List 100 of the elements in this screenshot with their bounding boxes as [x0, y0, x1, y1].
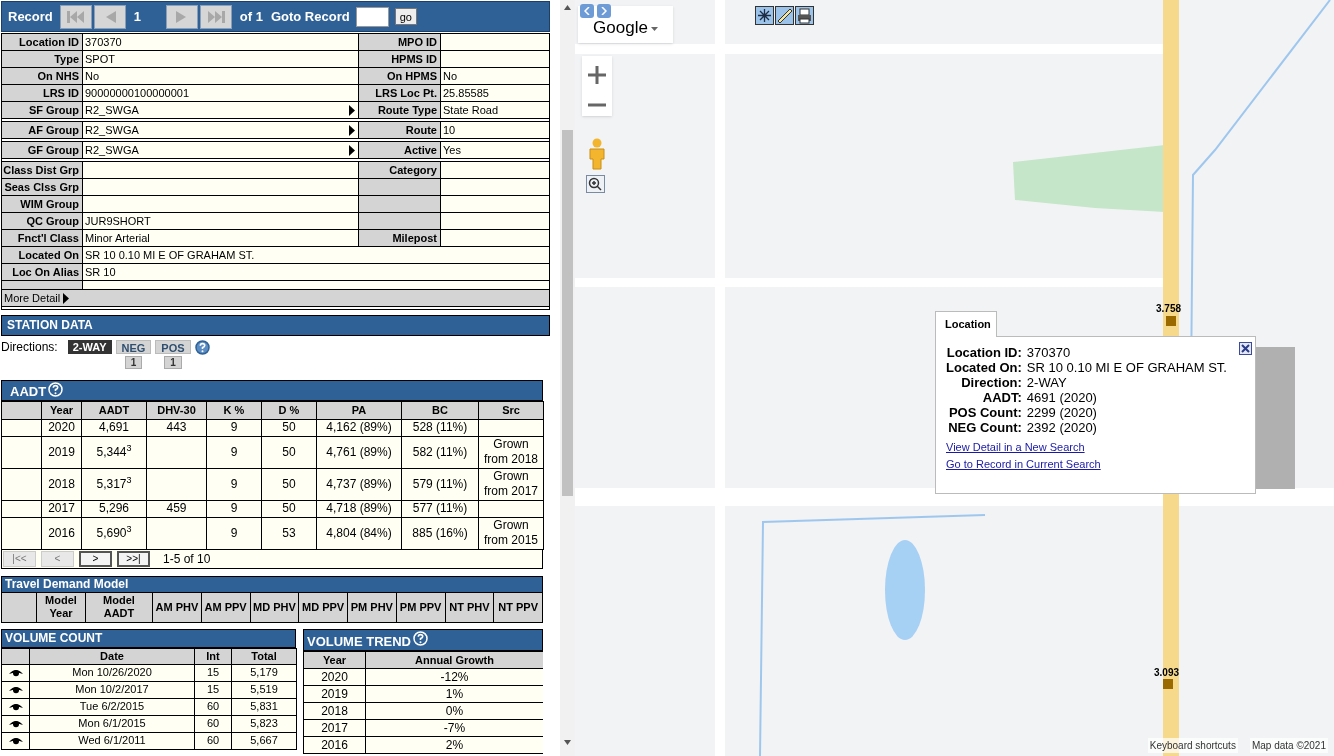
table-cell: Grown from 2017: [478, 468, 544, 500]
station-marker[interactable]: [1163, 679, 1173, 689]
table-cell: 60: [194, 732, 232, 749]
direction-tab[interactable]: NEG: [115, 340, 152, 354]
column-header: Int: [194, 648, 232, 664]
table-cell: 50: [261, 436, 317, 468]
direction-tab[interactable]: POS: [155, 340, 191, 354]
table-cell: Wed 6/1/2011: [29, 732, 195, 749]
more-detail-link[interactable]: More Detail: [2, 289, 61, 307]
expand-arrow-icon[interactable]: [349, 124, 355, 136]
table-cell: 15: [194, 664, 232, 681]
table-cell: 4,737 (89%): [316, 468, 402, 500]
next-arrow-button[interactable]: [597, 4, 611, 18]
expand-arrow-icon[interactable]: [349, 104, 355, 116]
expand-arrow-icon[interactable]: [349, 144, 355, 156]
field-value: 25.85585: [442, 86, 490, 101]
field-label: MPO ID: [359, 34, 441, 50]
popup-label: AADT:: [981, 390, 1022, 405]
previous-arrow-button[interactable]: [580, 4, 594, 18]
first-page-icon: [66, 10, 85, 23]
help-icon[interactable]: [194, 340, 210, 355]
map-footer-text: Map data ©2021: [1249, 738, 1328, 753]
field-label: HPMS ID: [359, 51, 441, 67]
column-header: AADT: [81, 401, 147, 419]
table-cell: 9: [206, 468, 262, 500]
expand-arrow-icon[interactable]: [63, 292, 70, 304]
popup-link[interactable]: Go to Record in Current Search: [946, 457, 1101, 471]
table-cell: 2020: [41, 419, 82, 436]
next-icon: [175, 10, 188, 23]
zoom-out-icon[interactable]: [588, 102, 606, 107]
popup-link[interactable]: View Detail in a New Search: [946, 440, 1085, 454]
zoom-box-icon[interactable]: [586, 175, 605, 193]
table-cell: 2018: [41, 468, 82, 500]
eye-icon[interactable]: [7, 702, 24, 711]
popup-value: 2-WAY: [1026, 375, 1068, 390]
table-cell: 60: [194, 715, 232, 732]
popup-tab[interactable]: Location: [935, 311, 997, 337]
column-header: Src: [478, 401, 544, 419]
table-cell: 5,823: [231, 715, 297, 732]
field-label: Type: [2, 51, 83, 67]
direction-tab[interactable]: 2-WAY: [67, 340, 112, 354]
table-cell: 53: [261, 517, 317, 549]
ruler-icon[interactable]: [775, 6, 794, 25]
go-button[interactable]: go: [394, 8, 417, 25]
scrollbar-thumb[interactable]: [562, 130, 573, 496]
table-cell: 2017: [303, 719, 366, 737]
popup-value: 4691 (2020): [1026, 390, 1098, 405]
zoom-in-icon[interactable]: [588, 65, 606, 84]
station-marker[interactable]: [1166, 316, 1176, 326]
column-header: Model AADT: [86, 592, 153, 622]
table-cell: Tue 6/2/2015: [29, 698, 195, 715]
field-label: Location ID: [2, 34, 83, 50]
table-cell: 579 (11%): [401, 468, 479, 500]
popup-label: Location ID:: [946, 345, 1022, 360]
field-value: SR 10 0.10 MI E OF GRAHAM ST.: [84, 248, 256, 263]
column-header: Annual Growth: [365, 651, 543, 669]
column-header: PM PHV: [348, 592, 397, 622]
record-total: of 1: [239, 7, 263, 26]
record-label: Record: [8, 7, 53, 26]
eye-icon[interactable]: [7, 719, 24, 728]
field-label: AF Group: [2, 122, 83, 138]
pager-button[interactable]: >>|: [117, 550, 150, 567]
table-cell: 9: [206, 436, 262, 468]
printer-icon[interactable]: [795, 6, 814, 25]
table-cell: 5,317$^{3}$: [81, 468, 147, 500]
table-cell: 885 (16%): [401, 517, 479, 549]
section-header: VOLUME COUNT: [1, 628, 296, 648]
table-cell: 9: [206, 419, 262, 436]
table-cell: 4,804 (84%): [316, 517, 402, 549]
field-label: Milepost: [359, 230, 441, 246]
column-header: PM PPV: [396, 592, 446, 622]
field-value: No: [442, 69, 459, 84]
column-header: D %: [261, 401, 317, 419]
close-icon[interactable]: [1239, 342, 1252, 355]
eye-icon[interactable]: [7, 668, 24, 677]
eye-icon[interactable]: [7, 685, 24, 694]
table-cell: 9: [206, 517, 262, 549]
column-header: AM PPV: [201, 592, 251, 622]
pager-button[interactable]: >: [79, 550, 112, 567]
popup-label: Direction:: [960, 375, 1022, 390]
table-cell: 2020: [303, 668, 366, 686]
popup-value: SR 10 0.10 MI E OF GRAHAM ST.: [1026, 360, 1227, 375]
table-cell: 577 (11%): [401, 500, 479, 517]
map-type-button[interactable]: Google: [578, 6, 673, 43]
table-cell: 2016: [41, 517, 82, 549]
table-cell: 443: [146, 419, 207, 436]
table-cell: 582 (11%): [401, 436, 479, 468]
field-label: On NHS: [2, 68, 83, 84]
goto-record-field[interactable]: [355, 6, 389, 27]
scroll-down-icon: [564, 740, 571, 745]
eye-icon[interactable]: [7, 736, 24, 745]
column-header: NT PPV: [494, 592, 543, 622]
field-value: SR 10: [84, 265, 117, 280]
snowflake-icon[interactable]: [755, 6, 774, 25]
popup-label: Located On:: [946, 360, 1022, 375]
table-cell: 2018: [303, 702, 366, 720]
field-label: Fnct'l Class: [2, 230, 83, 246]
field-label: Active: [359, 142, 441, 158]
field-label: Route: [359, 122, 441, 138]
section-title: AADT: [10, 385, 47, 399]
